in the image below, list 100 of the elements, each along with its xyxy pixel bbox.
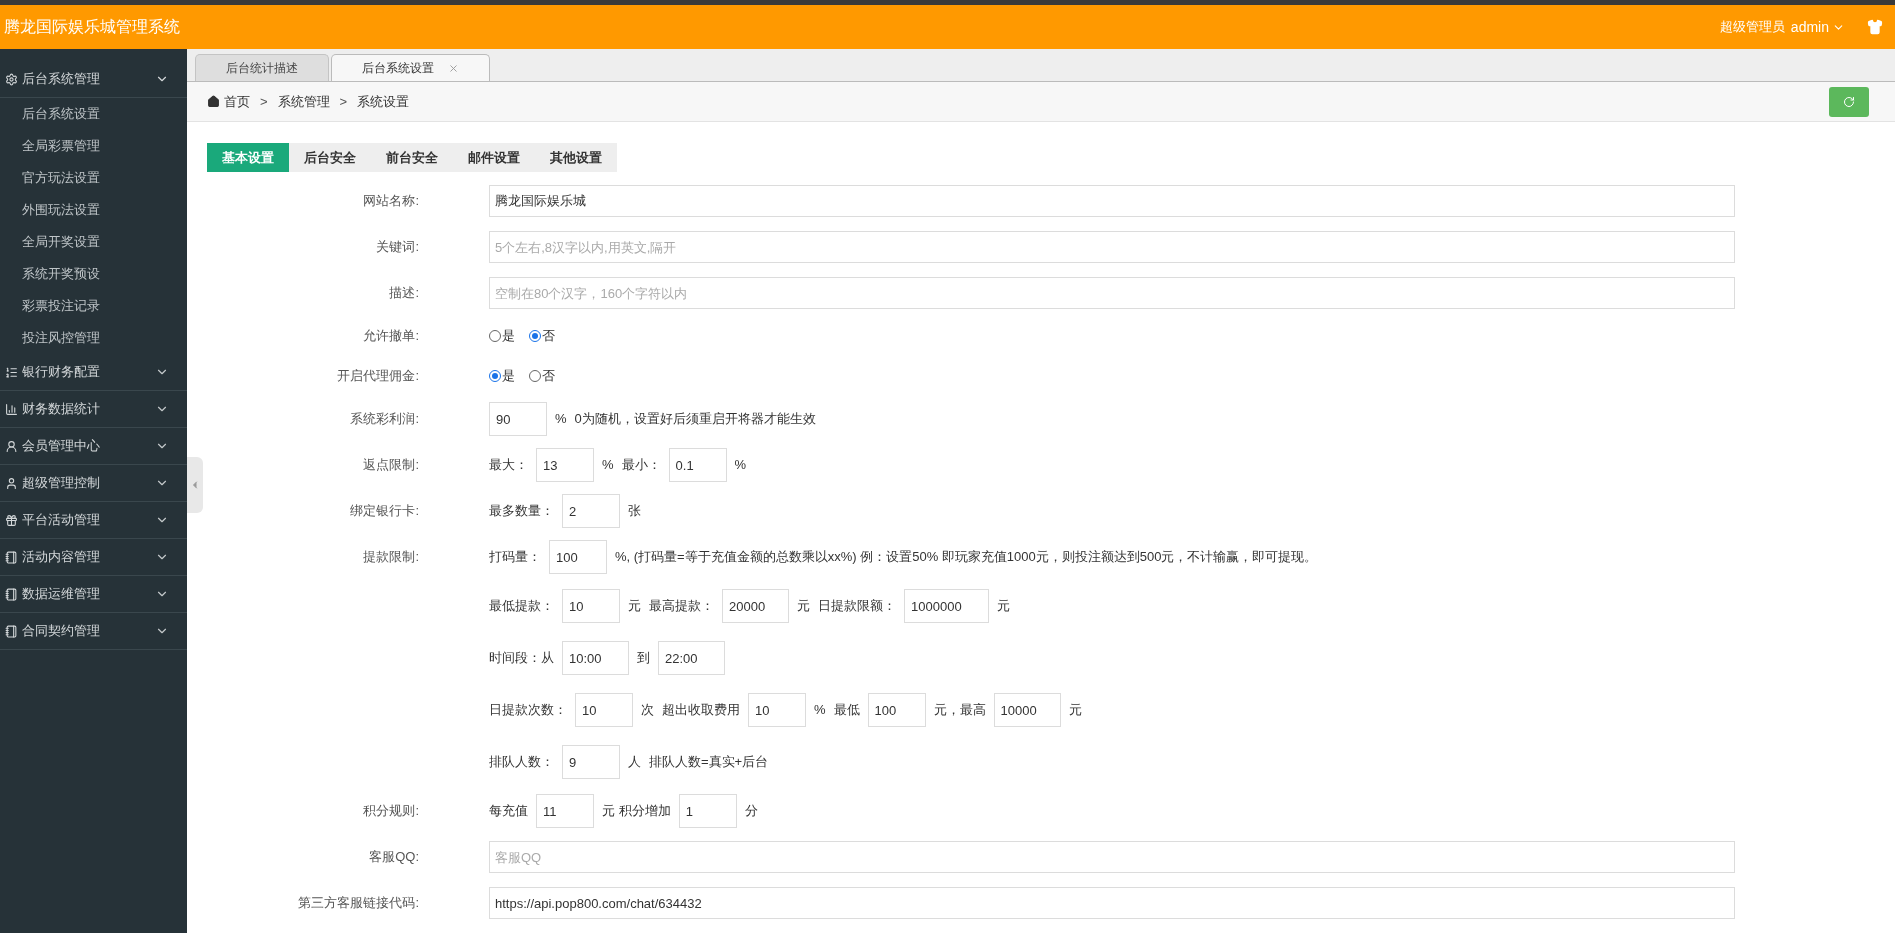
sidebar-item[interactable]: 彩票投注记录 (0, 290, 187, 322)
page-tab[interactable]: 后台统计描述 (195, 54, 329, 81)
form-text: 最高提款： (649, 597, 714, 616)
form-text: 次 (641, 701, 654, 720)
field-label: 返点限制: (363, 456, 419, 475)
text-field[interactable]: 腾龙国际娱乐城 (489, 185, 1735, 217)
close-icon[interactable] (448, 62, 459, 74)
input-field[interactable]: 22:00 (658, 641, 725, 675)
breadcrumb-separator: > (339, 92, 348, 111)
form-text: 最低 (833, 701, 860, 720)
form-text: % (734, 456, 747, 475)
input-field[interactable]: 100 (867, 693, 926, 727)
form-text: 打码量： (489, 548, 541, 567)
page-tab[interactable]: 后台系统设置 (331, 54, 490, 81)
refresh-button[interactable] (1829, 86, 1869, 117)
sidebar-section[interactable]: 数据运维管理 (0, 576, 187, 613)
form-text: 元 (1068, 701, 1082, 720)
text-field[interactable]: 客服QQ (489, 841, 1735, 873)
input-field[interactable]: 9 (562, 745, 620, 779)
user-icon (5, 476, 18, 490)
input-field[interactable]: 10 (748, 693, 806, 727)
refresh-icon (1843, 95, 1855, 108)
form-text: 分 (744, 802, 758, 821)
gear-icon (5, 72, 18, 86)
sidebar-item[interactable]: 投注风控管理 (0, 322, 187, 354)
form-text: % (602, 456, 614, 475)
shirt-icon[interactable] (1867, 19, 1883, 35)
sidebar-section[interactable]: 会员管理中心 (0, 428, 187, 465)
sidebar-section[interactable]: 平台活动管理 (0, 502, 187, 539)
form-text: %, (打码量=等于充值金额的总数乘以xx%) 例：设置50% 即玩家充值1000元，则投注额达到500元，不计输赢，即可提现。 (615, 548, 1318, 567)
radio-option[interactable]: 是 (489, 326, 515, 346)
form-text: 超出收取费用 (662, 701, 740, 720)
form-text: 时间段：从 (489, 649, 554, 668)
input-field[interactable]: 100 (549, 540, 607, 574)
form-text: 张 (628, 502, 641, 521)
text-field[interactable]: https://api.pop800.com/chat/634432 (489, 887, 1735, 919)
form-text: 元 (997, 597, 1010, 616)
field-label: 提款限制: (363, 548, 419, 567)
breadcrumb-link[interactable]: 系统管理 (277, 91, 330, 112)
form-text: 最多数量： (489, 502, 554, 521)
field-label: 允许撤单: (363, 327, 419, 346)
input-field[interactable]: 20000 (722, 589, 789, 623)
input-field[interactable]: 10 (575, 693, 633, 727)
list-icon (5, 365, 18, 379)
field-label: 绑定银行卡: (350, 502, 419, 521)
input-field[interactable]: 10 (562, 589, 620, 623)
form-text: 元，最高 (933, 701, 986, 720)
collapse-handle[interactable] (187, 457, 203, 513)
input-field[interactable]: 1 (678, 794, 737, 828)
input-field[interactable]: 10000 (993, 693, 1061, 727)
notebook-icon (5, 550, 18, 564)
input-field[interactable]: 0.1 (668, 448, 727, 482)
app-title: 腾龙国际娱乐城管理系统 (4, 17, 181, 37)
sidebar-item[interactable]: 后台系统设置 (0, 98, 187, 130)
field-label: 开启代理佣金: (337, 367, 419, 386)
input-field[interactable]: 13 (536, 448, 594, 482)
form-text: % (555, 410, 567, 429)
notebook-icon (5, 624, 18, 638)
form-text: 元 (628, 597, 641, 616)
text-field[interactable]: 5个左右,8汉字以内,用英文,隔开 (489, 231, 1735, 263)
sidebar-section[interactable]: 财务数据统计 (0, 391, 187, 428)
sidebar-item[interactable]: 官方玩法设置 (0, 162, 187, 194)
input-field[interactable]: 10:00 (562, 641, 629, 675)
form-text: 最小： (621, 456, 661, 475)
sidebar-section[interactable]: 合同契约管理 (0, 613, 187, 650)
radio-option[interactable]: 否 (529, 326, 555, 346)
form-text: 日提款限额： (818, 597, 896, 616)
form-text: 每充值 (489, 802, 528, 821)
sidebar-item[interactable]: 全局彩票管理 (0, 130, 187, 162)
input-field[interactable]: 90 (489, 402, 547, 436)
sidebar-item[interactable]: 系统开奖预设 (0, 258, 187, 290)
field-label: 描述: (389, 284, 419, 303)
sidebar-item[interactable]: 外围玩法设置 (0, 194, 187, 226)
sidebar-item[interactable]: 全局开奖设置 (0, 226, 187, 258)
form-text: 最大： (489, 456, 528, 475)
field-label: 第三方客服链接代码: (298, 894, 419, 913)
field-label: 积分规则: (363, 802, 419, 821)
breadcrumb-link[interactable]: 系统设置 (357, 91, 410, 112)
radio-option[interactable]: 否 (529, 366, 555, 386)
field-label: 网站名称: (363, 192, 419, 211)
breadcrumb-link[interactable]: 首页 (224, 91, 250, 112)
form-text: 到 (637, 649, 650, 668)
input-field[interactable]: 1000000 (904, 589, 989, 623)
form-text: 排队人数=真实+后台 (649, 753, 769, 772)
radio-option[interactable]: 是 (489, 366, 515, 386)
user-icon (5, 439, 18, 453)
text-field[interactable]: 空制在80个汉字，160个字符以内 (489, 277, 1735, 309)
role-label: 超级管理员 (1719, 18, 1785, 37)
field-label: 系统彩利润: (350, 410, 419, 429)
gift-icon (5, 513, 18, 527)
sidebar-section[interactable]: 银行财务配置 (0, 354, 187, 391)
bar-chart-icon (5, 402, 18, 416)
input-field[interactable]: 11 (536, 794, 594, 828)
home-icon (207, 95, 220, 108)
input-field[interactable]: 2 (562, 494, 620, 528)
sidebar-section[interactable]: 活动内容管理 (0, 539, 187, 576)
field-label: 关键词: (376, 238, 419, 257)
form-text: 日提款次数： (489, 701, 567, 720)
form-text: 人 (628, 753, 641, 772)
form-text: 元 积分增加 (602, 802, 671, 821)
